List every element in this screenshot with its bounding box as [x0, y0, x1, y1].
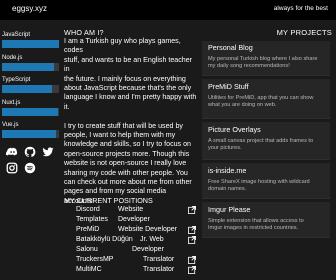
project-desc: My personal Turkish blog where I also sh… — [208, 56, 318, 62]
project-desc: what you are doing on web. — [208, 102, 277, 108]
skill-bar-fill — [2, 130, 57, 138]
about-line: knowledge and skills, so I try to focus … — [64, 140, 191, 149]
skill-bar-fill — [2, 40, 59, 48]
project-desc: Simple extension that allows access to — [208, 218, 304, 224]
external-link-icon[interactable] — [188, 236, 196, 244]
external-link-icon[interactable] — [188, 206, 196, 214]
external-link-icon[interactable] — [188, 266, 196, 274]
position-role: Developer — [118, 216, 150, 223]
position-role: Website Developer — [118, 226, 178, 233]
positions-list: Discord Website Templates Developer PreM… — [64, 205, 198, 275]
about-line: people, I want to help them with my — [64, 131, 176, 140]
skill-bar — [2, 63, 59, 71]
position-row: Templates Developer — [64, 215, 198, 225]
project-desc: Imgur images in restricted countries. — [208, 225, 299, 231]
instagram-icon[interactable] — [6, 162, 18, 174]
language-skill-nuxtjs: Nuxt.js — [2, 99, 59, 116]
about-line: stuff, and wants to be an English teache… — [64, 55, 193, 74]
position-org: Discord — [76, 206, 100, 213]
external-link-icon[interactable] — [188, 226, 196, 234]
position-role: Translator — [143, 266, 175, 273]
project-card-personal-blog[interactable]: Personal Blog My personal Turkish blog w… — [202, 41, 330, 76]
site-tagline: always for the best — [273, 5, 328, 12]
position-row: MultiMC Translator — [64, 265, 198, 275]
project-title: Personal Blog — [208, 43, 253, 52]
external-link-icon[interactable] — [188, 256, 196, 264]
position-org: Templates — [76, 216, 108, 223]
project-desc: A small canvas project that adds frames … — [208, 138, 314, 144]
about-section: WHO AM I? I am a Turkish guy who plays g… — [64, 28, 198, 206]
about-line: the future. I mainly focus on everything — [64, 74, 186, 83]
position-role: Jr. Web — [140, 236, 164, 243]
position-row: Batakköylü Düğün Jr. Web — [64, 235, 198, 245]
skill-bar — [2, 85, 59, 93]
language-name: Vue.js — [2, 122, 19, 128]
project-card-is-inside-me[interactable]: is-inside.me Free ShareX image hosting w… — [202, 163, 330, 199]
about-line: open-source projects more. Though this — [64, 149, 190, 158]
skill-bar-fill — [2, 85, 53, 93]
project-card-premid-stuff[interactable]: PreMiD Stuff Utilities for PreMiD, app t… — [202, 79, 330, 119]
project-title: Picture Overlays — [208, 125, 261, 134]
position-org: PreMiD — [76, 226, 100, 233]
about-line: I am a Turkish guy who plays games, code… — [64, 37, 181, 55]
position-row: Discord Website — [64, 205, 198, 215]
skill-bar — [2, 130, 59, 138]
project-title: is-inside.me — [208, 166, 247, 175]
language-skill-typescript: TypeScript — [2, 76, 59, 93]
position-row: PreMiD Website Developer — [64, 225, 198, 235]
about-line: website is not open-source I really love — [64, 159, 187, 168]
github-icon[interactable] — [24, 146, 36, 158]
project-desc: my daily song recommendations! — [208, 63, 290, 69]
spotify-icon[interactable] — [24, 162, 36, 174]
language-skill-vuejs: Vue.js — [2, 121, 59, 138]
position-org: Batakköylü Düğün — [76, 236, 133, 243]
twitter-icon[interactable] — [42, 146, 54, 158]
skill-bar — [2, 108, 59, 116]
project-desc: Free ShareX image hosting with wildcard — [208, 179, 310, 185]
about-line: language I know and I'm pretty happy wit… — [64, 93, 197, 102]
discord-icon[interactable] — [6, 146, 18, 158]
about-line: it. — [64, 102, 70, 111]
about-line: I try to create stuff that will be used … — [64, 121, 183, 130]
about-line: about JavaScript because that's the only — [64, 84, 192, 93]
skill-bar — [2, 40, 59, 48]
position-role: Developer — [132, 246, 164, 253]
positions-title: MY CURRENT POSITIONS — [64, 196, 153, 205]
top-bar: eggsy.xyz always for the best — [0, 0, 336, 20]
about-paragraph-gap — [64, 112, 198, 121]
projects-title: MY PROJECTS — [276, 28, 332, 37]
position-org: Salonu — [76, 246, 98, 253]
project-card-imgur-please[interactable]: Imgur Please Simple extension that allow… — [202, 202, 330, 238]
about-line: sharing my code with other people. You — [64, 168, 188, 177]
position-row: Salonu Developer — [64, 245, 198, 255]
language-name: TypeScript — [2, 77, 31, 83]
project-desc: domain names. — [208, 186, 247, 192]
position-row: TruckersMP Translator — [64, 255, 198, 265]
language-skill-nodejs: Node.js — [2, 54, 59, 71]
position-role: Website — [118, 206, 144, 213]
position-org: TruckersMP — [76, 256, 114, 263]
about-line: can check out more about me from other — [64, 178, 192, 187]
position-org: MultiMC — [76, 266, 102, 273]
language-name: Node.js — [2, 55, 23, 61]
position-role: Translator — [143, 256, 175, 263]
project-title: Imgur Please — [208, 205, 251, 214]
project-title: PreMiD Stuff — [208, 82, 249, 91]
skill-bar-fill — [2, 108, 58, 116]
language-name: Nuxt.js — [2, 100, 21, 106]
skill-bar-fill — [2, 63, 55, 71]
project-card-picture-overlays[interactable]: Picture Overlays A small canvas project … — [202, 122, 330, 160]
project-desc: your pictures. — [208, 145, 242, 151]
site-name-link[interactable]: eggsy.xyz — [12, 4, 47, 13]
project-desc: Utilities for PreMiD, app that you can s… — [208, 95, 314, 101]
